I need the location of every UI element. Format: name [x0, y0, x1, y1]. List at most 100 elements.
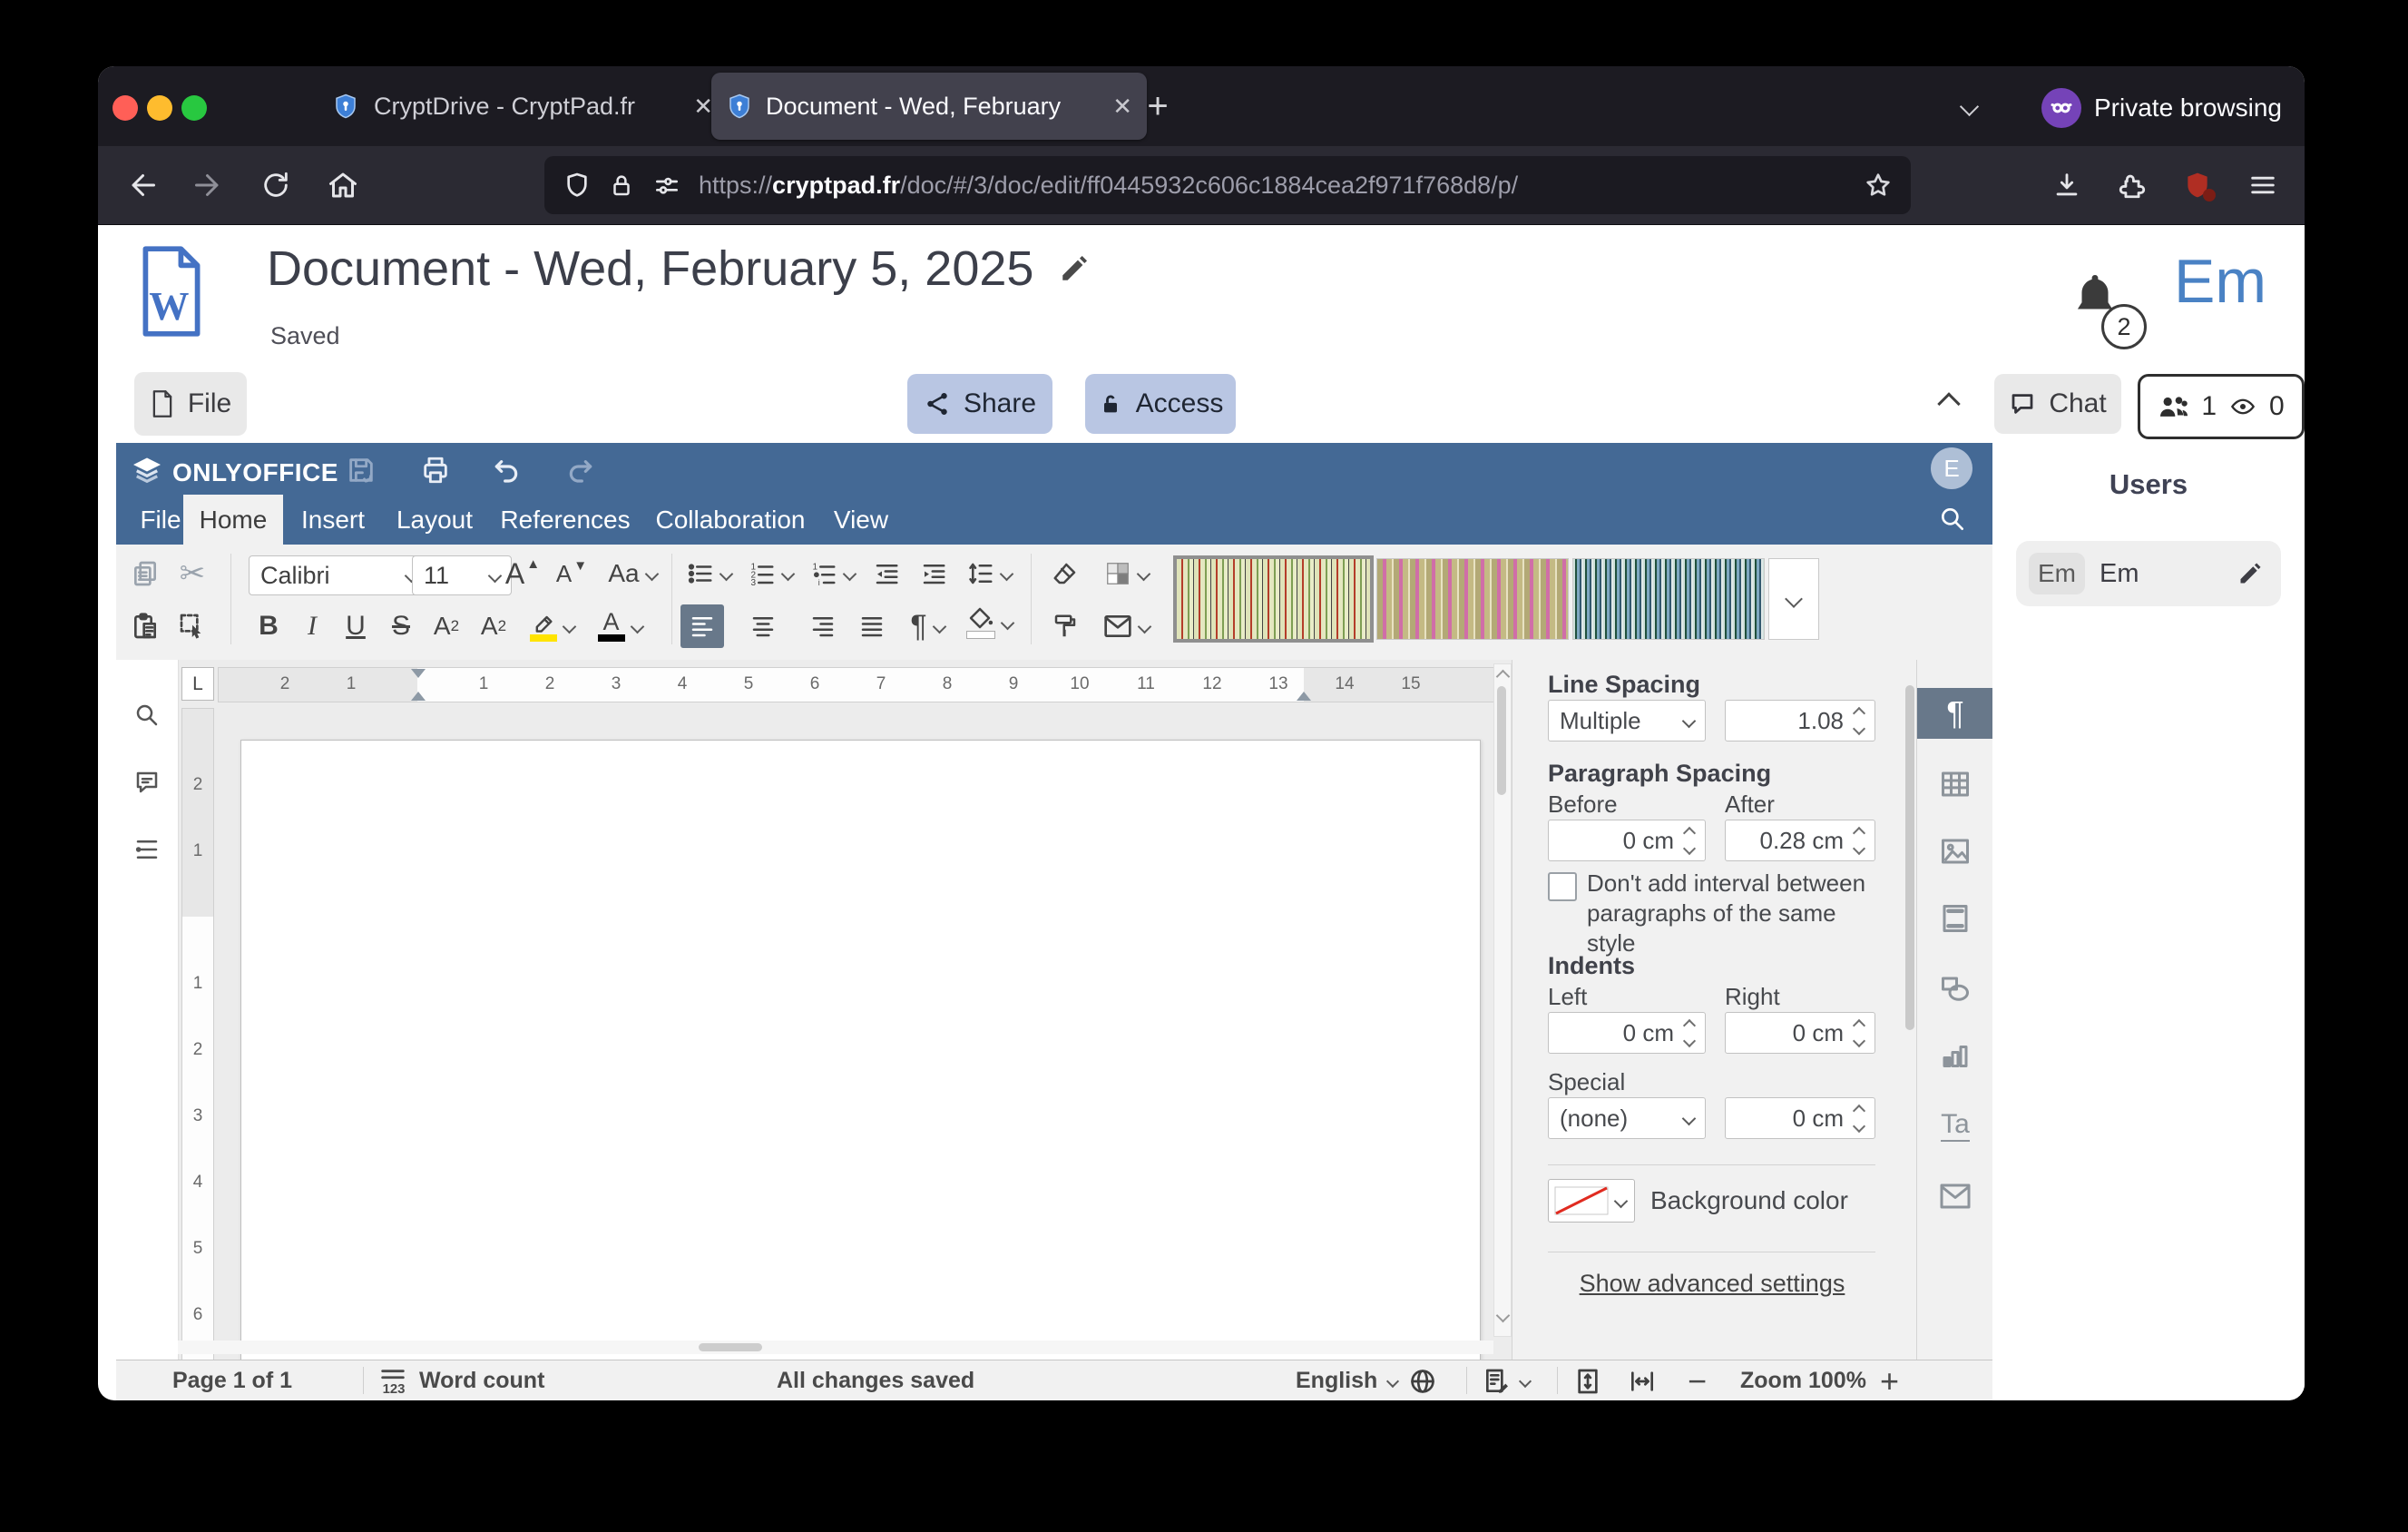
user-display-name[interactable]: Em — [2174, 246, 2266, 317]
minimize-window-button[interactable] — [147, 95, 172, 121]
chat-button[interactable]: Chat — [1994, 374, 2121, 434]
highlight-color-button[interactable] — [519, 606, 584, 646]
style-preview-normal[interactable] — [1173, 555, 1374, 643]
vertical-scrollbar[interactable] — [1493, 663, 1512, 1337]
reload-button[interactable] — [256, 165, 296, 205]
tab-stop-selector[interactable]: L — [181, 667, 214, 701]
chart-settings-icon[interactable] — [1917, 1031, 1993, 1082]
line-spacing-icon[interactable] — [960, 554, 1018, 594]
horizontal-scrollbar-thumb[interactable] — [699, 1343, 762, 1351]
increase-font-icon[interactable]: A▲ — [501, 554, 544, 594]
maximize-window-button[interactable] — [181, 95, 207, 121]
collaborator-avatar[interactable]: E — [1931, 447, 1972, 489]
nonprinting-chars-icon[interactable]: ¶ — [898, 606, 956, 646]
save-icon[interactable] — [341, 452, 381, 488]
font-size-select[interactable]: 11 — [412, 555, 512, 595]
zoom-level-label[interactable]: Zoom 100% — [1740, 1360, 1866, 1400]
user-list-item[interactable]: Em Em — [2016, 541, 2281, 606]
indent-right-spinner[interactable]: 0 cm — [1725, 1012, 1875, 1054]
bookmark-star-icon[interactable] — [1864, 171, 1893, 200]
strikethrough-button[interactable]: S — [381, 606, 421, 646]
decrease-indent-icon[interactable] — [866, 554, 907, 594]
underline-button[interactable]: U — [336, 606, 376, 646]
change-case-icon[interactable]: Aa — [599, 554, 666, 594]
navigation-outline-icon[interactable] — [119, 827, 175, 872]
special-amount-spinner[interactable]: 0 cm — [1725, 1097, 1875, 1139]
menu-view[interactable]: View — [829, 495, 893, 545]
menu-hamburger-icon[interactable] — [2243, 165, 2283, 205]
globe-icon[interactable] — [1408, 1360, 1437, 1400]
access-button[interactable]: Access — [1085, 374, 1236, 434]
font-name-select[interactable]: Calibri — [249, 555, 428, 595]
menu-layout[interactable]: Layout — [387, 495, 483, 545]
font-color-button[interactable]: A — [588, 606, 651, 646]
permissions-icon[interactable] — [651, 171, 682, 200]
spellcheck-icon[interactable] — [1483, 1360, 1530, 1400]
menu-home[interactable]: Home — [183, 495, 283, 545]
home-button[interactable] — [323, 165, 363, 205]
shading-swatch-icon[interactable] — [1094, 554, 1158, 594]
increase-indent-icon[interactable] — [913, 554, 954, 594]
copy-icon[interactable] — [125, 554, 165, 594]
horizontal-ruler[interactable]: 21123456789101112131415 — [218, 667, 1503, 702]
ublock-shield-icon[interactable] — [2178, 165, 2217, 205]
bold-button[interactable]: B — [250, 606, 287, 646]
shape-settings-icon[interactable] — [1917, 964, 1993, 1015]
styles-gallery-expand-chevron[interactable] — [1768, 558, 1819, 640]
page-count-label[interactable]: Page 1 of 1 — [172, 1360, 292, 1400]
multilevel-list-icon[interactable]: 1i — [804, 554, 860, 594]
superscript-button[interactable]: A2 — [425, 606, 468, 646]
close-window-button[interactable] — [113, 95, 138, 121]
show-advanced-settings-link[interactable]: Show advanced settings — [1512, 1270, 1912, 1298]
justify-button[interactable] — [851, 606, 893, 646]
decrease-font-icon[interactable]: A▼ — [550, 554, 593, 594]
document-page[interactable] — [240, 740, 1481, 1360]
horizontal-scrollbar[interactable] — [178, 1340, 1493, 1354]
notification-count-badge[interactable]: 2 — [2101, 304, 2147, 349]
paragraph-shading-icon[interactable] — [960, 603, 1018, 643]
line-spacing-value-spinner[interactable]: 1.08 — [1725, 700, 1875, 741]
table-settings-icon[interactable] — [1917, 759, 1993, 810]
downloads-icon[interactable] — [2047, 165, 2087, 205]
participants-pill[interactable]: 1 0 — [2138, 374, 2305, 439]
zoom-in-button[interactable]: + — [1880, 1360, 1899, 1400]
spacing-before-spinner[interactable]: 0 cm — [1548, 820, 1706, 861]
share-button[interactable]: Share — [907, 374, 1052, 434]
file-menu-button[interactable]: File — [134, 372, 247, 436]
header-footer-settings-icon[interactable] — [1917, 893, 1993, 944]
lock-icon[interactable] — [608, 171, 635, 200]
find-search-icon[interactable] — [119, 692, 175, 738]
menu-references[interactable]: References — [501, 495, 630, 545]
vertical-scrollbar-thumb[interactable] — [1497, 686, 1506, 795]
back-button[interactable] — [122, 165, 162, 205]
panel-scrollbar-thumb[interactable] — [1905, 685, 1914, 1030]
paste-icon[interactable] — [125, 606, 165, 646]
special-select[interactable]: (none) — [1548, 1097, 1706, 1139]
spacing-after-spinner[interactable]: 0.28 cm — [1725, 820, 1875, 861]
copy-style-roller-icon[interactable] — [1043, 606, 1087, 646]
edit-user-pencil-icon[interactable] — [2237, 561, 2263, 586]
tab-cryptdrive[interactable]: CryptDrive - CryptPad.fr ✕ — [316, 73, 729, 140]
url-bar[interactable]: https://cryptpad.fr/doc/#/3/doc/edit/ff0… — [544, 156, 1911, 214]
clear-style-eraser-icon[interactable] — [1043, 554, 1087, 594]
mail-merge-envelope-icon[interactable] — [1094, 606, 1158, 646]
subscript-button[interactable]: A2 — [472, 606, 515, 646]
fit-page-icon[interactable] — [1573, 1360, 1602, 1400]
document-title[interactable]: Document - Wed, February 5, 2025 — [267, 241, 1033, 297]
tab-document-active[interactable]: Document - Wed, February 5, 2 ✕ — [711, 73, 1147, 140]
menu-insert[interactable]: Insert — [294, 495, 372, 545]
left-indent-marker[interactable] — [411, 692, 426, 701]
comments-icon[interactable] — [119, 760, 175, 805]
language-selector[interactable]: English — [1296, 1360, 1397, 1400]
url-text[interactable]: https://cryptpad.fr/doc/#/3/doc/edit/ff0… — [699, 172, 1518, 200]
close-tab-icon[interactable]: ✕ — [1112, 93, 1132, 121]
line-spacing-select[interactable]: Multiple — [1548, 700, 1706, 741]
textart-settings-icon[interactable]: Ta — [1917, 1100, 1993, 1151]
word-count-label[interactable]: Word count — [419, 1360, 544, 1400]
align-left-button-active[interactable] — [680, 604, 724, 648]
background-color-swatch[interactable] — [1548, 1179, 1635, 1223]
no-interval-checkbox[interactable] — [1548, 872, 1577, 901]
numbered-list-icon[interactable]: 123 — [742, 554, 798, 594]
bullet-list-icon[interactable] — [680, 554, 737, 594]
print-icon[interactable] — [416, 452, 455, 488]
